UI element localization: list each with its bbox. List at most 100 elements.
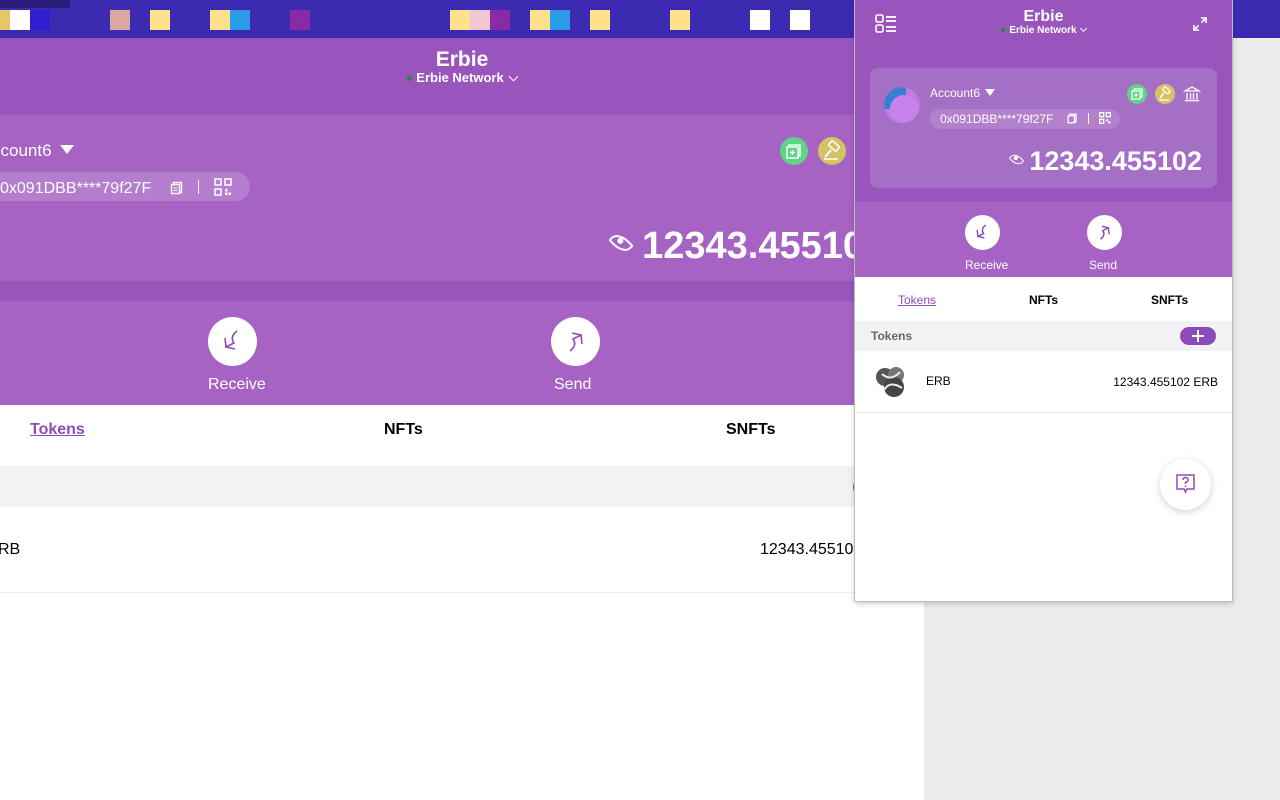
tab-tokens[interactable]: Tokens xyxy=(898,293,936,307)
qr-code-icon[interactable] xyxy=(213,178,232,196)
bookmark-icon[interactable] xyxy=(490,10,510,30)
tab-snfts[interactable]: SNFTs xyxy=(1151,293,1188,307)
divider xyxy=(198,180,200,194)
bookmark-icon[interactable] xyxy=(230,10,250,30)
bookmark-icon[interactable] xyxy=(450,10,470,30)
bookmark-icon[interactable] xyxy=(470,10,490,30)
bookmark-icon[interactable] xyxy=(750,10,770,30)
balance-display: 12343.45510 xyxy=(608,225,864,268)
bookmarks-bar-edge xyxy=(0,0,70,8)
stake-hammer-icon[interactable] xyxy=(1155,84,1175,104)
help-button[interactable] xyxy=(1160,459,1211,510)
help-chat-icon xyxy=(1176,474,1195,494)
popup-send-button[interactable] xyxy=(1087,215,1122,250)
expand-icon[interactable] xyxy=(1193,17,1207,31)
stake-hammer-icon[interactable] xyxy=(818,137,846,165)
popup-account-selector[interactable]: Account6 xyxy=(930,86,996,100)
eye-icon[interactable] xyxy=(1009,151,1025,168)
tab-tokens[interactable]: Tokens xyxy=(30,421,85,439)
address-pill: 0x091DBB****79f27F xyxy=(0,172,250,201)
account-card: ccount6 0x091DBB****79f27F 12343.45510 xyxy=(0,115,924,281)
receive-button[interactable] xyxy=(208,317,257,366)
wallet-header: Erbie Erbie Network xyxy=(0,38,924,115)
popup-header: Erbie Erbie Network Account6 0x091DBB***… xyxy=(855,0,1232,202)
network-status-dot xyxy=(1001,28,1006,33)
add-token-button[interactable] xyxy=(1180,327,1216,345)
token-row[interactable]: ERB 12343.455102 ERB xyxy=(855,351,1232,413)
tokens-section-label: Tokens xyxy=(871,329,913,343)
popup-account-card: Account6 0x091DBB****79f27F 12343.455102 xyxy=(870,68,1217,188)
bookmark-icon[interactable] xyxy=(550,10,570,30)
tab-snfts[interactable]: SNFTs xyxy=(726,421,775,439)
network-status-dot xyxy=(407,76,413,82)
popup-send-label: Send xyxy=(1089,258,1118,272)
bookmark-icon[interactable] xyxy=(670,10,690,30)
eye-icon[interactable] xyxy=(608,230,634,256)
popup-action-bar: Receive Send xyxy=(855,202,1232,277)
receive-label: Receive xyxy=(208,376,266,393)
qr-code-icon[interactable] xyxy=(1099,112,1112,124)
bookmark-icon[interactable] xyxy=(150,10,170,30)
send-button[interactable] xyxy=(551,317,600,366)
token-amount: 12343.45510 xyxy=(760,541,854,558)
caret-down-icon xyxy=(985,89,996,96)
copy-icon[interactable] xyxy=(170,181,184,195)
add-account-icon[interactable] xyxy=(780,137,808,165)
avatar[interactable] xyxy=(884,87,920,123)
bookmark-icon[interactable] xyxy=(790,10,810,30)
token-symbol: ERB xyxy=(926,374,951,388)
send-label: Send xyxy=(554,376,592,393)
popup-account-name: Account6 xyxy=(930,86,981,100)
chevron-down-icon xyxy=(508,71,519,82)
tab-nfts[interactable]: NFTs xyxy=(1029,293,1058,307)
bookmark-icon[interactable] xyxy=(110,10,130,30)
bookmark-icon[interactable] xyxy=(530,10,550,30)
send-arrow-icon xyxy=(1100,225,1110,240)
receive-arrow-icon xyxy=(976,224,987,239)
wallet-title: Erbie xyxy=(435,48,489,71)
popup-receive-label: Receive xyxy=(965,258,1009,272)
popup-receive-button[interactable] xyxy=(965,215,1000,250)
copy-icon[interactable] xyxy=(1067,113,1078,124)
token-symbol: RB xyxy=(0,541,21,558)
send-arrow-icon xyxy=(569,332,583,352)
popup-balance-value: 12343.455102 xyxy=(1029,146,1202,176)
erb-token-icon xyxy=(876,367,904,397)
popup-network-label: Erbie Network xyxy=(1009,25,1077,36)
popup-network-selector[interactable]: Erbie Network xyxy=(855,24,1232,36)
balance-value: 12343.45510 xyxy=(642,225,864,267)
bookmark-icon[interactable] xyxy=(590,10,610,30)
chevron-down-icon xyxy=(1079,24,1087,33)
wallet-fullpage: Erbie Erbie Network ccount6 0x091DBB****… xyxy=(0,38,924,800)
bank-icon[interactable] xyxy=(1183,85,1201,103)
token-row[interactable]: RB 12343.45510 xyxy=(0,507,924,593)
account-selector[interactable]: ccount6 xyxy=(0,141,74,161)
receive-arrow-icon xyxy=(224,330,238,350)
account-name: ccount6 xyxy=(0,141,52,160)
account-address: 0x091DBB****79f27F xyxy=(0,180,152,197)
screen: Erbie Erbie Network ccount6 0x091DBB****… xyxy=(0,0,1280,800)
add-account-icon[interactable] xyxy=(1127,84,1147,104)
bookmark-icon[interactable] xyxy=(0,10,10,30)
network-selector[interactable]: Erbie Network xyxy=(0,70,924,85)
action-bar: Receive Send xyxy=(0,301,924,405)
tokens-section-header xyxy=(0,466,924,507)
popup-account-address: 0x091DBB****79f27F xyxy=(940,112,1054,126)
tokens-section-header: Tokens xyxy=(855,321,1232,351)
bookmark-icon[interactable] xyxy=(290,10,310,30)
popup-title: Erbie xyxy=(1023,8,1064,25)
asset-tabs: Tokens NFTs SNFTs xyxy=(0,405,924,466)
bookmark-icon[interactable] xyxy=(30,10,50,30)
network-label: Erbie Network xyxy=(416,70,504,85)
popup-balance-display: 12343.455102 xyxy=(1009,146,1202,177)
tab-nfts[interactable]: NFTs xyxy=(384,421,423,439)
wallet-extension-popup: Erbie Erbie Network Account6 0x091DBB***… xyxy=(855,0,1232,601)
popup-address-pill: 0x091DBB****79f27F xyxy=(930,109,1120,129)
card-spacer xyxy=(0,281,924,301)
bookmark-icon[interactable] xyxy=(210,10,230,30)
caret-down-icon xyxy=(59,145,74,154)
popup-asset-tabs: Tokens NFTs SNFTs xyxy=(855,277,1232,321)
token-amount: 12343.455102 ERB xyxy=(1113,375,1218,389)
divider xyxy=(1088,113,1090,124)
bookmark-icon[interactable] xyxy=(10,10,30,30)
